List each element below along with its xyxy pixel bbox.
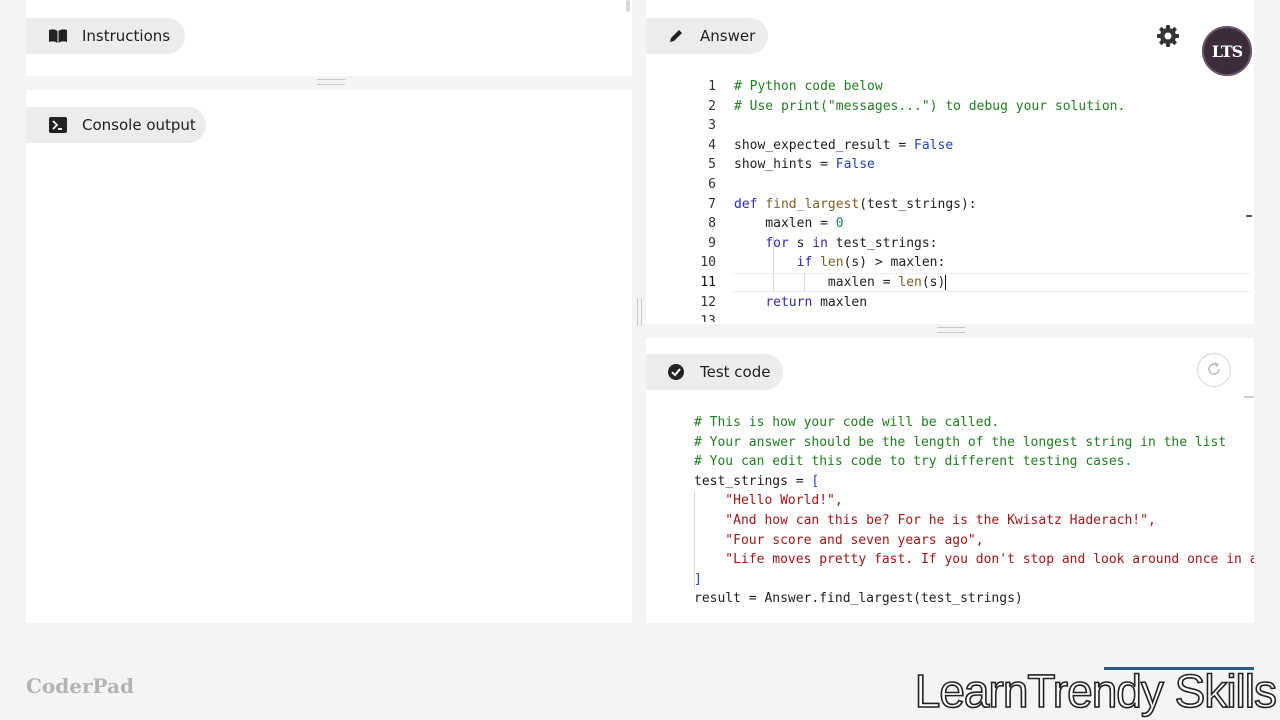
code-line: return maxlen: [765, 294, 868, 310]
tab-console-output[interactable]: Console output: [26, 107, 206, 143]
tab-answer-label: Answer: [700, 27, 756, 45]
instructions-scrollbar[interactable]: [626, 0, 630, 12]
code-line: # Your answer should be the length of th…: [694, 434, 1227, 450]
code-line: test_strings = [: [694, 473, 820, 489]
vertical-splitter[interactable]: [637, 298, 642, 326]
tab-instructions-label: Instructions: [82, 27, 171, 45]
code-line: def find_largest(test_strings):: [734, 196, 977, 212]
console-panel: Console output: [26, 90, 632, 623]
instructions-resize-handle[interactable]: [317, 79, 345, 85]
refresh-icon: [1207, 361, 1221, 380]
code-line: # Python code below: [734, 79, 883, 94]
code-line: result = Answer.find_largest(test_string…: [694, 591, 1023, 607]
code-line: for s in test_strings:: [765, 235, 938, 251]
code-line: show_hints = False: [734, 157, 875, 173]
code-line: "Four score and seven years ago",: [694, 532, 984, 548]
answer-scrollbar[interactable]: [1246, 215, 1252, 231]
pencil-icon: [666, 26, 686, 46]
code-line: show_expected_result = False: [734, 137, 954, 153]
tab-instructions[interactable]: Instructions: [26, 18, 185, 54]
code-line: # This is how your code will be called.: [694, 415, 1000, 430]
tab-test-code[interactable]: Test code: [646, 354, 783, 390]
tab-answer[interactable]: Answer: [646, 18, 768, 54]
test-code-panel: Test code # This is how your code will b…: [646, 338, 1254, 623]
code-line: "Hello World!",: [694, 493, 843, 509]
code-line: "Life moves pretty fast. If you don't st…: [694, 552, 1254, 568]
book-open-icon: [48, 26, 68, 46]
code-line: ]: [694, 571, 702, 587]
code-line: # Use print("messages...") to debug your…: [734, 98, 1126, 114]
answer-code-editor[interactable]: 1 # Python code below 2 # Use print("messa…: [686, 77, 1252, 322]
instructions-panel: Instructions: [26, 0, 632, 76]
answer-resize-handle[interactable]: [937, 327, 965, 333]
code-line: "And how can this be? For he is the Kwis…: [694, 512, 1156, 528]
code-line: maxlen = 0: [734, 216, 844, 232]
test-code-scrollbar[interactable]: [1244, 396, 1254, 398]
code-line-current: maxlen = len(s): [734, 274, 947, 290]
reset-button[interactable]: [1197, 353, 1231, 387]
tab-console-output-label: Console output: [82, 116, 196, 134]
terminal-icon: [48, 115, 68, 135]
test-code-editor[interactable]: # This is how your code will be called. …: [694, 413, 1254, 609]
settings-button[interactable]: [1156, 24, 1180, 48]
tab-test-code-label: Test code: [700, 363, 771, 381]
code-line: if len(s) > maxlen:: [796, 255, 946, 271]
coderpad-logo[interactable]: CoderPad: [26, 674, 134, 698]
check-circle-icon: [666, 362, 686, 382]
watermark-badge: LTS: [1202, 26, 1252, 76]
code-line: # You can edit this code to try differen…: [694, 454, 1133, 470]
gear-icon: [1156, 25, 1180, 52]
watermark-text: LearnTrendy Skills: [914, 664, 1278, 718]
